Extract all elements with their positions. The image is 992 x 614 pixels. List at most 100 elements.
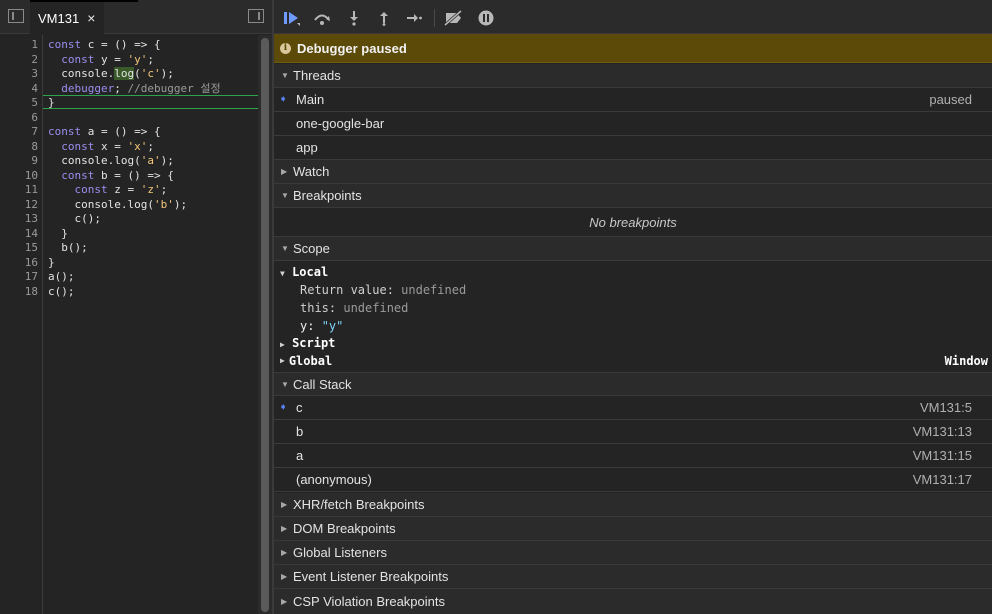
current-frame-arrow-icon: ➧ xyxy=(279,402,288,413)
code-line[interactable]: a(); xyxy=(48,270,75,285)
editor-scrollbar-thumb[interactable] xyxy=(261,38,269,612)
line-number[interactable]: 8 xyxy=(0,140,38,155)
collapsed-triangle-icon: ▶ xyxy=(281,167,288,176)
section-title: XHR/fetch Breakpoints xyxy=(293,497,425,512)
deactivate-breakpoints-icon[interactable] xyxy=(444,8,464,28)
toggle-debugger-icon[interactable] xyxy=(248,9,264,23)
pause-on-exceptions-icon[interactable] xyxy=(476,8,496,28)
section-call-stack[interactable]: ▼ Call Stack xyxy=(274,372,992,396)
toolbar-separator xyxy=(434,9,435,27)
section-xhr-breakpoints[interactable]: ▶ XHR/fetch Breakpoints xyxy=(274,493,992,517)
code-line[interactable]: const a = () => { xyxy=(48,125,161,140)
scope-property[interactable]: Return value: undefined xyxy=(300,281,992,299)
code-line[interactable]: console.log('c'); xyxy=(48,67,174,82)
section-title: Scope xyxy=(293,241,330,256)
line-number[interactable]: 4 xyxy=(0,82,38,97)
call-frame[interactable]: a VM131:15 xyxy=(274,444,992,468)
code-line[interactable]: const y = 'y'; xyxy=(48,53,154,68)
thread-name: app xyxy=(296,140,318,155)
editor-pane: VM131 × 1 2 3 4 5 6 7 8 9 10 11 12 13 14… xyxy=(0,0,272,614)
code-line[interactable]: c(); xyxy=(48,285,75,300)
frame-location[interactable]: VM131:5 xyxy=(920,400,972,415)
scope-global[interactable]: ▶ Global Window xyxy=(274,352,992,370)
section-title: Breakpoints xyxy=(293,188,362,203)
code-line[interactable]: const b = () => { xyxy=(48,169,174,184)
scope-property[interactable]: y: "y" xyxy=(300,317,992,335)
no-breakpoints-text: No breakpoints xyxy=(589,214,677,230)
collapsed-triangle-icon: ▶ xyxy=(281,500,288,509)
line-number[interactable]: 7 xyxy=(0,125,38,140)
step-over-icon[interactable] xyxy=(312,8,332,28)
resume-icon[interactable] xyxy=(282,8,302,28)
scope-property[interactable]: this: undefined xyxy=(300,299,992,317)
frame-name: b xyxy=(296,424,304,439)
section-title: CSP Violation Breakpoints xyxy=(293,594,446,609)
line-number[interactable]: 14 xyxy=(0,227,38,242)
code-line[interactable]: b(); xyxy=(48,241,88,256)
step-out-icon[interactable] xyxy=(374,8,394,28)
code-line[interactable]: console.log('b'); xyxy=(48,198,188,213)
line-number[interactable]: 2 xyxy=(0,53,38,68)
section-event-listener-breakpoints[interactable]: ▶ Event Listener Breakpoints xyxy=(274,565,992,589)
line-number[interactable]: 13 xyxy=(0,212,38,227)
collapsed-triangle-icon: ▶ xyxy=(281,524,288,533)
toggle-navigator-icon[interactable] xyxy=(8,9,24,23)
scope-local[interactable]: ▼ Local xyxy=(274,263,992,281)
paused-message: Debugger paused xyxy=(297,40,407,56)
line-number-gutter[interactable]: 1 2 3 4 5 6 7 8 9 10 11 12 13 14 15 16 1… xyxy=(0,35,43,614)
code-line[interactable]: console.log('a'); xyxy=(48,154,174,169)
thread-item[interactable]: one-google-bar xyxy=(274,112,992,136)
frame-location[interactable]: VM131:15 xyxy=(913,448,972,463)
line-number[interactable]: 11 xyxy=(0,183,38,198)
line-number[interactable]: 15 xyxy=(0,241,38,256)
line-number[interactable]: 3 xyxy=(0,67,38,82)
section-global-listeners[interactable]: ▶ Global Listeners xyxy=(274,541,992,565)
frame-location[interactable]: VM131:13 xyxy=(913,424,972,439)
expanded-triangle-icon: ▼ xyxy=(281,244,289,253)
line-number[interactable]: 18 xyxy=(0,285,38,300)
expanded-triangle-icon: ▼ xyxy=(281,379,289,389)
collapsed-triangle-icon: ▶ xyxy=(280,340,285,349)
editor-tab-bar: VM131 × xyxy=(0,0,272,34)
step-icon[interactable] xyxy=(404,8,424,28)
code-line-paused[interactable]: } xyxy=(48,96,55,111)
file-tab-vm131[interactable]: VM131 × xyxy=(30,2,104,34)
section-dom-breakpoints[interactable]: ▶ DOM Breakpoints xyxy=(274,517,992,541)
section-csp-violation-breakpoints[interactable]: ▶ CSP Violation Breakpoints xyxy=(274,589,992,614)
frame-location[interactable]: VM131:17 xyxy=(913,472,972,487)
section-threads[interactable]: ▼ Threads xyxy=(274,64,992,88)
line-number[interactable]: 1 xyxy=(0,38,38,53)
info-icon: i xyxy=(280,42,291,54)
line-number[interactable]: 5 xyxy=(0,96,38,111)
line-number[interactable]: 9 xyxy=(0,154,38,169)
line-number[interactable]: 6 xyxy=(0,111,38,126)
call-frame[interactable]: b VM131:13 xyxy=(274,420,992,444)
line-number[interactable]: 17 xyxy=(0,270,38,285)
call-frame[interactable]: (anonymous) VM131:17 xyxy=(274,468,992,492)
code-line[interactable]: const z = 'z'; xyxy=(48,183,168,198)
thread-status: paused xyxy=(929,92,972,107)
section-breakpoints[interactable]: ▼ Breakpoints xyxy=(274,184,992,208)
code-line[interactable]: } xyxy=(48,227,68,242)
scope-script[interactable]: ▶ Script xyxy=(274,334,992,352)
call-frame[interactable]: ➧ c VM131:5 xyxy=(274,396,992,420)
code-line[interactable]: const x = 'x'; xyxy=(48,140,154,155)
collapsed-triangle-icon: ▶ xyxy=(281,572,288,581)
thread-item[interactable]: app xyxy=(274,136,992,160)
section-title: DOM Breakpoints xyxy=(293,521,396,536)
line-number[interactable]: 10 xyxy=(0,169,38,184)
section-watch[interactable]: ▶ Watch xyxy=(274,160,992,184)
section-scope[interactable]: ▼ Scope xyxy=(274,237,992,261)
step-into-icon[interactable] xyxy=(344,8,364,28)
expanded-triangle-icon: ▼ xyxy=(281,191,289,200)
close-tab-icon[interactable]: × xyxy=(87,10,95,26)
code-line[interactable]: const c = () => { xyxy=(48,38,161,53)
line-number[interactable]: 12 xyxy=(0,198,38,213)
thread-item[interactable]: ➧ Main paused xyxy=(274,88,992,112)
section-title: Call Stack xyxy=(293,376,352,392)
code-line[interactable]: } xyxy=(48,256,55,271)
code-line[interactable]: c(); xyxy=(48,212,102,227)
code-line[interactable]: debugger; //debugger 설정 xyxy=(48,82,220,97)
scope-global-value: Window xyxy=(944,354,988,368)
line-number[interactable]: 16 xyxy=(0,256,38,271)
